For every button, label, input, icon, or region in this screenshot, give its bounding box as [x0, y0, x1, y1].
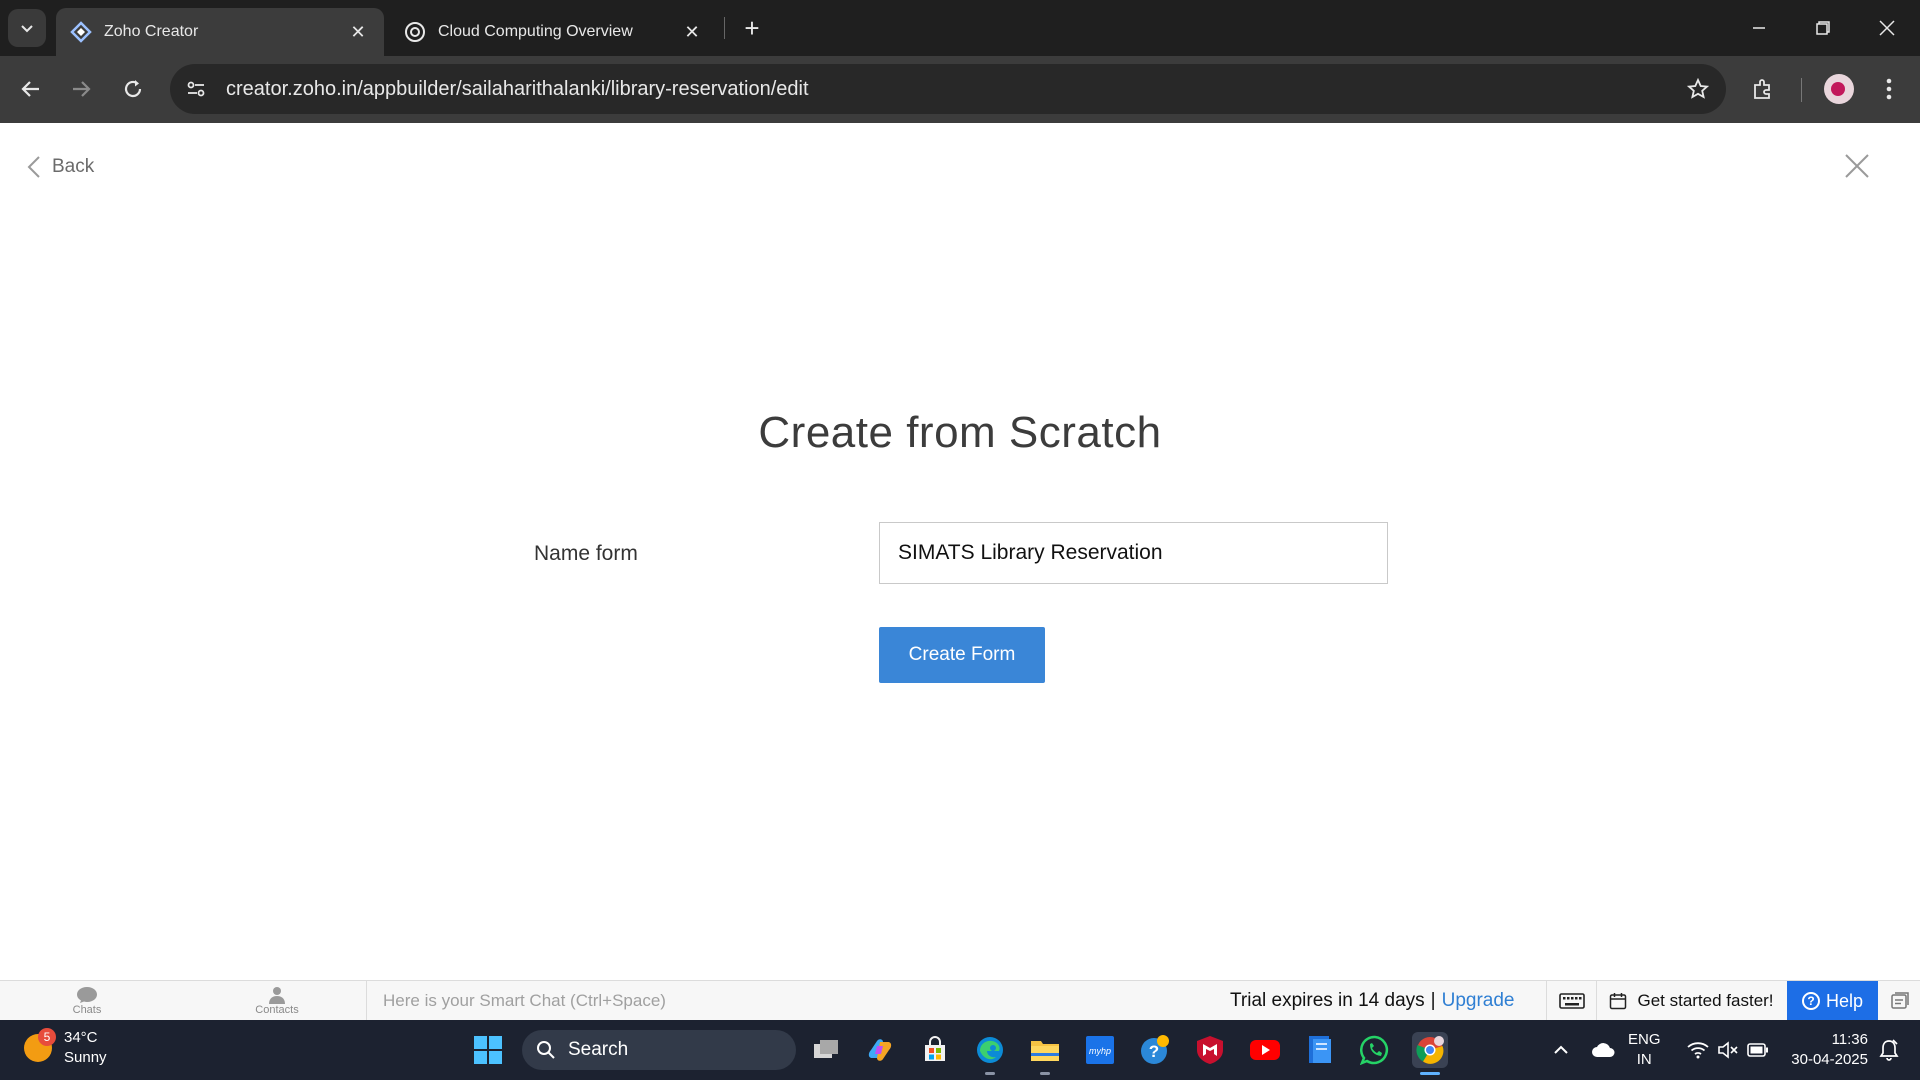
search-icon: [537, 1041, 555, 1059]
whatsapp-icon[interactable]: [1357, 1032, 1393, 1068]
question-mark-icon: ?: [1801, 992, 1820, 1010]
language-line-2: IN: [1636, 1051, 1652, 1068]
tab-close-icon[interactable]: ✕: [680, 20, 704, 44]
zoho-creator-favicon-icon: [70, 21, 92, 43]
windows-start-icon[interactable]: [470, 1032, 506, 1068]
tab-search-button[interactable]: [8, 9, 46, 47]
extensions-puzzle-icon[interactable]: [1744, 70, 1782, 108]
create-form-button[interactable]: Create Form: [879, 627, 1045, 683]
keyboard-shortcuts-button[interactable]: [1546, 981, 1596, 1021]
avatar-icon: [1824, 74, 1854, 104]
chevron-left-icon: [27, 156, 40, 178]
form-name-input[interactable]: [879, 522, 1388, 584]
notes-panel-icon[interactable]: [1880, 981, 1920, 1021]
search-label: Search: [568, 1039, 629, 1060]
microsoft-todo-app-icon[interactable]: [1302, 1032, 1338, 1068]
back-label: Back: [52, 156, 95, 177]
myhp-app-icon[interactable]: myhp: [1082, 1032, 1118, 1068]
task-view-icon[interactable]: [808, 1032, 844, 1068]
back-arrow-icon[interactable]: [12, 70, 50, 108]
person-icon: [269, 987, 285, 1004]
chevron-down-icon: [21, 25, 33, 33]
help-button[interactable]: ? Help: [1787, 981, 1878, 1021]
zoho-bottom-bar: Chats Contacts Here is your Smart Chat (…: [0, 980, 1920, 1021]
url-text: creator.zoho.in/appbuilder/sailaharithal…: [226, 77, 809, 100]
tab-close-icon[interactable]: ✕: [346, 20, 370, 44]
onedrive-cloud-icon[interactable]: [1588, 1020, 1618, 1080]
browser-tabstrip: Zoho Creator ✕ Cloud Computing Overview …: [0, 0, 1920, 56]
toolbar-divider: [1801, 78, 1802, 102]
weather-widget[interactable]: 5 34°C Sunny: [24, 1028, 107, 1068]
get-started-button[interactable]: Get started faster!: [1596, 981, 1786, 1021]
battery-icon[interactable]: [1744, 1020, 1772, 1080]
bookmark-star-icon[interactable]: [1678, 69, 1718, 109]
taskbar-search[interactable]: Search: [522, 1030, 796, 1070]
tab-title: Cloud Computing Overview: [438, 23, 633, 40]
name-form-label: Name form: [534, 542, 638, 565]
contacts-button[interactable]: Contacts: [232, 981, 322, 1021]
chatgpt-favicon-icon: [404, 21, 426, 43]
create-form-page: Back Create from Scratch Name form Creat…: [0, 123, 1920, 980]
browser-menu-kebab-icon[interactable]: [1870, 70, 1908, 108]
tab-zoho-creator[interactable]: Zoho Creator ✕: [56, 8, 384, 56]
mcafee-shield-icon[interactable]: [1192, 1032, 1228, 1068]
language-line-1: ENG: [1628, 1031, 1661, 1048]
tab-title: Zoho Creator: [104, 23, 199, 40]
running-indicator: [985, 1072, 995, 1075]
trial-notice: Trial expires in 14 days | Upgrade: [1230, 981, 1515, 1021]
running-indicator: [1040, 1072, 1050, 1075]
edge-browser-icon[interactable]: [972, 1032, 1008, 1068]
help-label: Help: [1825, 990, 1864, 1011]
wifi-icon[interactable]: [1684, 1020, 1712, 1080]
copilot-icon[interactable]: [862, 1032, 898, 1068]
smart-chat-input[interactable]: Here is your Smart Chat (Ctrl+Space): [383, 981, 666, 1021]
site-settings-icon[interactable]: [174, 67, 218, 111]
svg-text:myhp: myhp: [1089, 1046, 1111, 1056]
zbar-divider: [366, 981, 367, 1021]
sun-weather-icon: 5: [24, 1028, 56, 1062]
page-title: Create from Scratch: [758, 408, 1162, 457]
file-explorer-icon[interactable]: [1027, 1032, 1063, 1068]
microsoft-store-icon[interactable]: [917, 1032, 953, 1068]
new-tab-plus-icon[interactable]: +: [736, 12, 768, 44]
notifications-bell-icon[interactable]: [1874, 1020, 1904, 1080]
upgrade-link[interactable]: Upgrade: [1442, 990, 1515, 1011]
contacts-label: Contacts: [255, 1004, 299, 1016]
back-link[interactable]: Back: [26, 155, 94, 179]
svg-text:?: ?: [1149, 1042, 1159, 1061]
forward-arrow-icon[interactable]: [62, 70, 100, 108]
trial-separator: |: [1430, 990, 1436, 1011]
language-indicator[interactable]: ENG IN: [1628, 1030, 1661, 1070]
youtube-icon[interactable]: [1247, 1032, 1283, 1068]
browser-toolbar: creator.zoho.in/appbuilder/sailaharithal…: [0, 56, 1920, 123]
chats-button[interactable]: Chats: [42, 981, 132, 1021]
weather-badge: 5: [38, 1028, 56, 1046]
window-close-icon[interactable]: [1864, 8, 1910, 48]
profile-avatar[interactable]: [1820, 70, 1858, 108]
reload-icon[interactable]: [114, 70, 152, 108]
chrome-icon[interactable]: [1412, 1032, 1448, 1068]
chat-bubble-icon: [77, 987, 97, 1003]
tab-divider: [724, 17, 725, 39]
clock-date: 30-04-2025: [1791, 1051, 1868, 1068]
keyboard-icon: [1558, 993, 1585, 1009]
get-help-icon[interactable]: ?: [1137, 1032, 1173, 1068]
minimize-icon[interactable]: [1736, 8, 1782, 48]
windows-taskbar: 5 34°C Sunny Search myhp ? ENG IN 11:36 …: [0, 1020, 1920, 1080]
speaker-muted-icon[interactable]: [1714, 1020, 1742, 1080]
calendar-icon: [1610, 993, 1627, 1010]
restore-icon[interactable]: [1800, 8, 1846, 48]
trial-text: Trial expires in 14 days: [1230, 990, 1425, 1011]
tab-cloud-computing[interactable]: Cloud Computing Overview ✕: [390, 8, 718, 56]
weather-temperature: 34°C: [64, 1029, 98, 1046]
show-hidden-icons-chevron-icon[interactable]: [1548, 1020, 1574, 1080]
clock-time: 11:36: [1831, 1031, 1868, 1048]
close-icon[interactable]: [1842, 151, 1872, 181]
system-clock[interactable]: 11:36 30-04-2025: [1776, 1030, 1868, 1070]
active-app-indicator: [1420, 1072, 1440, 1075]
get-started-label: Get started faster!: [1637, 991, 1774, 1010]
address-bar[interactable]: creator.zoho.in/appbuilder/sailaharithal…: [170, 64, 1726, 114]
weather-condition: Sunny: [64, 1049, 107, 1066]
chats-label: Chats: [72, 1004, 102, 1016]
